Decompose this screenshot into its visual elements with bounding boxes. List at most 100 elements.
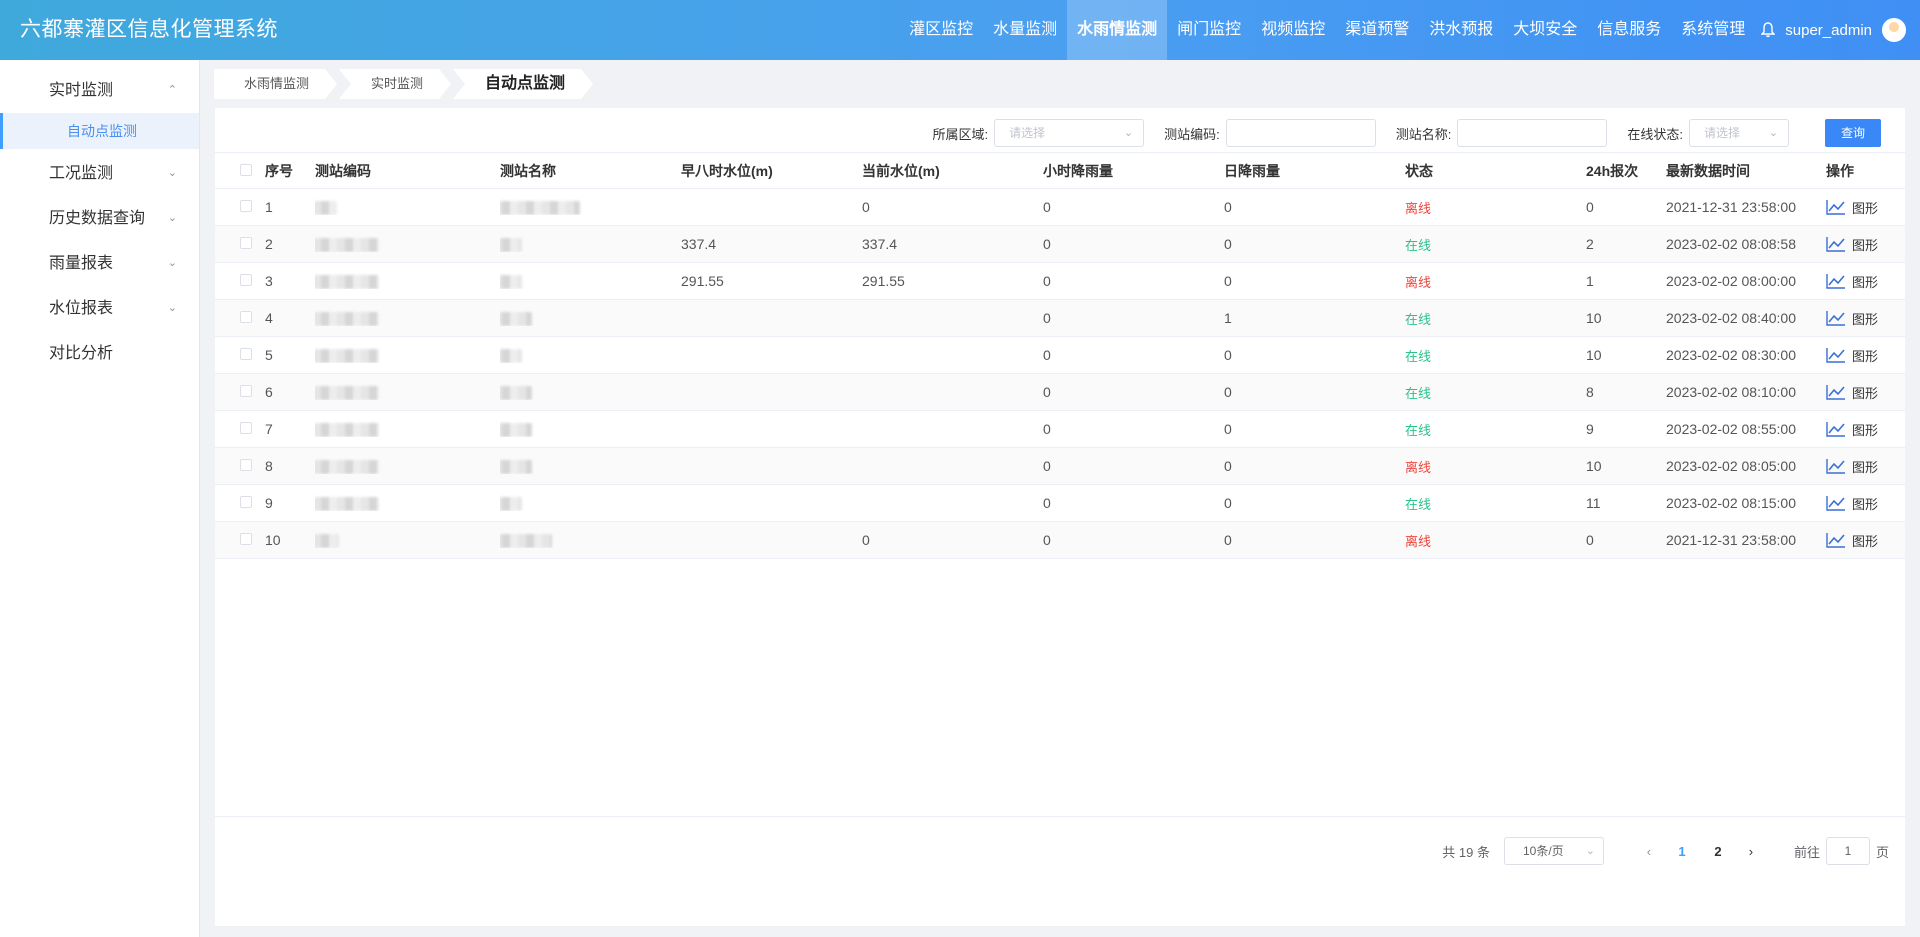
row-checkbox[interactable] xyxy=(215,236,265,252)
table-row[interactable]: 9 0 0 在线 11 2023-02-02 08:15:00 图形 xyxy=(215,485,1905,522)
nav-water-rain[interactable]: 水雨情监测 xyxy=(1067,0,1168,60)
cell-hour-rain: 0 xyxy=(1043,199,1051,215)
page-size-select[interactable]: 10条/页 ⌄ xyxy=(1503,837,1604,865)
line-chart-icon xyxy=(1826,274,1845,289)
table-row[interactable]: 4 0 1 在线 10 2023-02-02 08:40:00 图形 xyxy=(215,300,1905,337)
bell-icon[interactable] xyxy=(1757,0,1779,60)
row-checkbox[interactable] xyxy=(215,273,265,289)
table-row[interactable]: 1 0 0 0 离线 0 2021-12-31 23:58:00 图形 xyxy=(215,189,1905,226)
table-row[interactable]: 8 0 0 离线 10 2023-02-02 08:05:00 图形 xyxy=(215,448,1905,485)
row-checkbox[interactable] xyxy=(215,532,265,548)
table-row[interactable]: 6 0 0 在线 8 2023-02-02 08:10:00 图形 xyxy=(215,374,1905,411)
cell-current-level: 0 xyxy=(862,199,870,215)
page-2[interactable]: 2 xyxy=(1700,844,1736,859)
nav-water-volume[interactable]: 水量监测 xyxy=(983,0,1067,60)
cell-name-redacted xyxy=(500,421,681,438)
cell-code-redacted xyxy=(315,236,500,253)
avatar[interactable] xyxy=(1882,18,1906,42)
row-checkbox[interactable] xyxy=(215,421,265,437)
row-checkbox[interactable] xyxy=(215,495,265,511)
nav-info-service[interactable]: 信息服务 xyxy=(1587,0,1671,60)
cell-day-rain: 0 xyxy=(1224,199,1232,215)
line-chart-icon xyxy=(1826,422,1845,437)
next-page-icon[interactable]: › xyxy=(1736,844,1766,859)
chart-button-label: 图形 xyxy=(1852,385,1879,401)
nav-dam-safety[interactable]: 大坝安全 xyxy=(1503,0,1587,60)
row-checkbox[interactable] xyxy=(215,347,265,363)
line-chart-icon xyxy=(1826,311,1845,326)
page-size-value: 10条/页 xyxy=(1522,844,1564,858)
cell-current-level: 291.55 xyxy=(862,273,905,289)
station-code-input[interactable] xyxy=(1225,119,1376,147)
status-badge: 离线 xyxy=(1405,200,1432,216)
cell-latest-time: 2023-02-02 08:55:00 xyxy=(1666,421,1796,437)
breadcrumb-water-rain[interactable]: 水雨情监测 xyxy=(214,69,337,99)
sidebar-item-compare[interactable]: 对比分析 xyxy=(0,331,199,376)
prev-page-icon[interactable]: ‹ xyxy=(1634,844,1664,859)
main-panel: 所属区域: 请选择 ⌄ 测站编码: 测站名称: 在线状态: 请选择 ⌄ 查询 序… xyxy=(215,108,1905,926)
cell-day-rain: 0 xyxy=(1224,384,1232,400)
sidebar-item-realtime[interactable]: 实时监测 ⌃ xyxy=(0,68,199,113)
chart-button[interactable]: 图形 xyxy=(1826,494,1906,513)
nav-video-monitor[interactable]: 视频监控 xyxy=(1251,0,1335,60)
row-checkbox[interactable] xyxy=(215,384,265,400)
th-code[interactable]: 测站编码 xyxy=(315,161,500,181)
chart-button[interactable]: 图形 xyxy=(1826,346,1906,365)
sidebar-item-working-condition[interactable]: 工况监测 ⌄ xyxy=(0,151,199,196)
cell-hour-rain: 0 xyxy=(1043,495,1051,511)
status-badge: 在线 xyxy=(1405,311,1432,327)
table-row[interactable]: 10 0 0 0 离线 0 2021-12-31 23:58:00 图形 xyxy=(215,522,1905,559)
line-chart-icon xyxy=(1826,533,1845,548)
chart-button[interactable]: 图形 xyxy=(1826,235,1906,254)
chart-button-label: 图形 xyxy=(1852,237,1879,253)
cell-seq: 1 xyxy=(265,199,273,215)
nav-gate-monitor[interactable]: 闸门监控 xyxy=(1167,0,1251,60)
cell-seq: 3 xyxy=(265,273,273,289)
row-checkbox[interactable] xyxy=(215,310,265,326)
station-name-input[interactable] xyxy=(1457,119,1608,147)
cell-code-redacted xyxy=(315,347,500,364)
table-row[interactable]: 3 291.55 291.55 0 0 离线 1 2023-02-02 08:00:00 图形 xyxy=(215,263,1905,300)
sidebar-item-label: 工况监测 xyxy=(49,165,114,182)
line-chart-icon xyxy=(1826,348,1845,363)
row-checkbox[interactable] xyxy=(215,199,265,215)
status-placeholder: 请选择 xyxy=(1704,126,1741,140)
nav-irrigation-monitor[interactable]: 灌区监控 xyxy=(899,0,983,60)
region-select[interactable]: 请选择 ⌄ xyxy=(994,119,1145,147)
table-row[interactable]: 7 0 0 在线 9 2023-02-02 08:55:00 图形 xyxy=(215,411,1905,448)
goto-page-input[interactable]: 1 xyxy=(1825,837,1870,865)
chart-button[interactable]: 图形 xyxy=(1826,198,1906,217)
filter-bar: 所属区域: 请选择 ⌄ 测站编码: 测站名称: 在线状态: 请选择 ⌄ 查询 xyxy=(933,118,1906,148)
nav-channel-warning[interactable]: 渠道预警 xyxy=(1335,0,1419,60)
select-all-checkbox[interactable] xyxy=(215,163,265,179)
page-1[interactable]: 1 xyxy=(1664,844,1700,859)
table-row[interactable]: 2 337.4 337.4 0 0 在线 2 2023-02-02 08:08:58 图形 xyxy=(215,226,1905,263)
chart-button[interactable]: 图形 xyxy=(1826,457,1906,476)
sidebar-subitem-auto-point[interactable]: 自动点监测 xyxy=(0,113,199,149)
th-hour-rain: 小时降雨量 xyxy=(1043,162,1113,179)
user-name[interactable]: super_admin xyxy=(1779,22,1882,39)
sidebar-item-level-report[interactable]: 水位报表 ⌄ xyxy=(0,286,199,331)
cell-hour-rain: 0 xyxy=(1043,347,1051,363)
cell-day-rain: 0 xyxy=(1224,495,1232,511)
table-row[interactable]: 5 0 0 在线 10 2023-02-02 08:30:00 图形 xyxy=(215,337,1905,374)
row-checkbox[interactable] xyxy=(215,458,265,474)
cell-status: 在线 xyxy=(1405,494,1586,513)
chart-button[interactable]: 图形 xyxy=(1826,531,1906,550)
status-select[interactable]: 请选择 ⌄ xyxy=(1689,119,1789,147)
sidebar-item-history-query[interactable]: 历史数据查询 ⌄ xyxy=(0,196,199,241)
cell-day-rain: 0 xyxy=(1224,236,1232,252)
status-badge: 在线 xyxy=(1405,422,1432,438)
query-button[interactable]: 查询 xyxy=(1825,119,1881,147)
chart-button[interactable]: 图形 xyxy=(1826,272,1906,291)
breadcrumb-realtime[interactable]: 实时监测 xyxy=(339,69,451,99)
nav-system-admin[interactable]: 系统管理 xyxy=(1671,0,1755,60)
breadcrumb-auto-point[interactable]: 自动点监测 xyxy=(453,69,593,99)
chart-button[interactable]: 图形 xyxy=(1826,420,1906,439)
nav-flood-forecast[interactable]: 洪水预报 xyxy=(1419,0,1503,60)
chart-button[interactable]: 图形 xyxy=(1826,383,1906,402)
chart-button[interactable]: 图形 xyxy=(1826,309,1906,328)
line-chart-icon xyxy=(1826,459,1845,474)
sidebar-item-rain-report[interactable]: 雨量报表 ⌄ xyxy=(0,241,199,286)
status-badge: 在线 xyxy=(1405,237,1432,253)
